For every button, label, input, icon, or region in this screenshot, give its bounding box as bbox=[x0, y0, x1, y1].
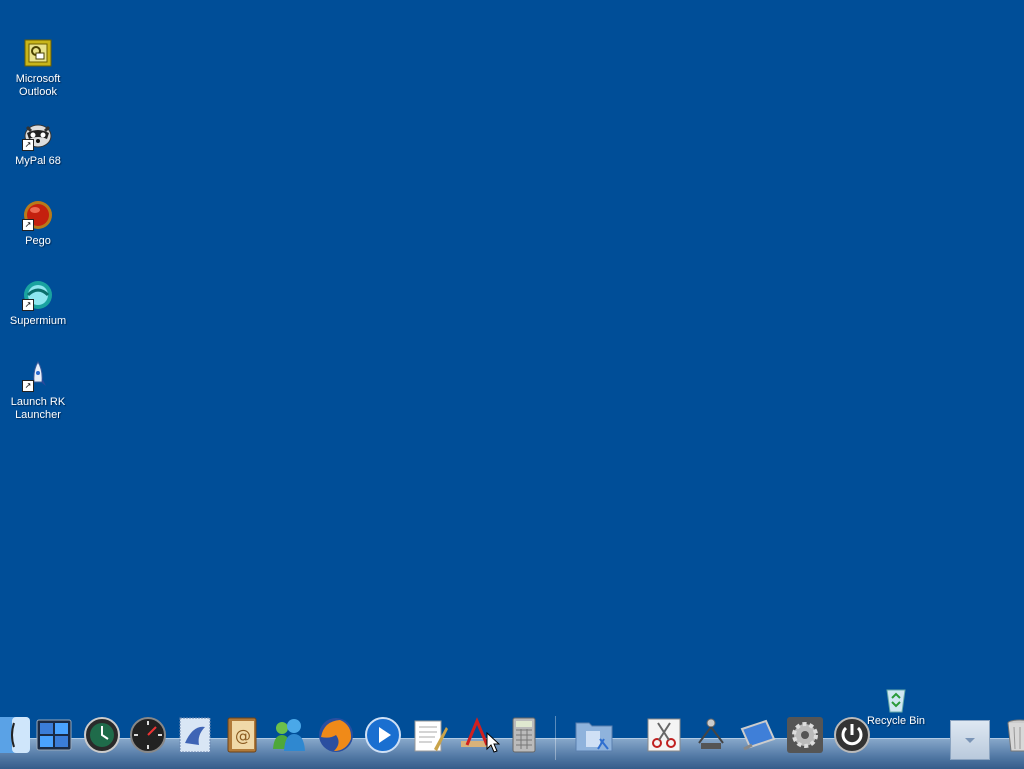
desktop-icon-label: Microsoft Outlook bbox=[15, 73, 61, 98]
finder-icon bbox=[0, 717, 30, 753]
time-machine-icon bbox=[84, 717, 120, 753]
calculator-icon bbox=[512, 717, 536, 753]
dock-item-messenger[interactable] bbox=[266, 713, 310, 757]
shortcut-arrow-icon: ↗ bbox=[22, 380, 34, 392]
applications-folder-icon bbox=[575, 722, 613, 752]
outlook-icon bbox=[22, 37, 54, 69]
textedit-icon bbox=[414, 720, 448, 752]
clock-dial-icon bbox=[130, 717, 166, 753]
desktop-icon-pego[interactable]: ↗ Pego bbox=[0, 199, 76, 248]
dock-item-dashboard[interactable] bbox=[32, 713, 76, 757]
messenger-buddies-icon bbox=[273, 719, 305, 751]
dock-item-system-preferences[interactable] bbox=[783, 713, 827, 757]
desktop-icon-label: MyPal 68 bbox=[15, 155, 61, 167]
dock-item-textedit[interactable] bbox=[408, 713, 452, 757]
dock-item-calculator[interactable] bbox=[502, 713, 546, 757]
mypal-raccoon-icon: ↗ bbox=[22, 119, 54, 151]
firefox-icon bbox=[319, 718, 353, 752]
dock-item-display[interactable] bbox=[736, 713, 780, 757]
system-preferences-gear-icon bbox=[787, 717, 823, 753]
shortcut-arrow-icon: ↗ bbox=[22, 219, 34, 231]
dashboard-icon bbox=[36, 719, 72, 751]
recycle-bin-icon bbox=[881, 684, 911, 714]
mouse-cursor-icon bbox=[486, 732, 500, 753]
dock-item-finder[interactable] bbox=[0, 713, 34, 757]
dock-item-scissors[interactable] bbox=[642, 713, 686, 757]
address-book-icon: @ bbox=[227, 717, 257, 753]
dock-item-applications-folder[interactable] bbox=[572, 713, 616, 757]
desktop-icon-label: Launch RK Launcher bbox=[10, 396, 66, 421]
desktop-icon-label: Supermium bbox=[9, 315, 67, 327]
svg-text:@: @ bbox=[235, 726, 251, 745]
display-icon bbox=[740, 719, 776, 751]
desktop-icon-label: Pego bbox=[25, 235, 51, 247]
dock-scroll-button[interactable] bbox=[950, 720, 990, 760]
dock-item-mail[interactable] bbox=[173, 713, 217, 757]
recycle-bin[interactable]: Recycle Bin bbox=[864, 684, 928, 727]
dock-item-clock-dial[interactable] bbox=[126, 713, 170, 757]
dock-item-trash[interactable] bbox=[998, 713, 1024, 757]
scissors-icon bbox=[647, 718, 681, 752]
trash-icon bbox=[1007, 719, 1024, 752]
mail-stamp-icon bbox=[179, 717, 211, 753]
pego-red-orb-icon: ↗ bbox=[22, 199, 54, 231]
dock-item-media-player[interactable] bbox=[361, 713, 405, 757]
desktop-icon-microsoft-outlook[interactable]: Microsoft Outlook bbox=[0, 37, 76, 99]
media-player-icon bbox=[365, 717, 401, 753]
dock-item-time-machine[interactable] bbox=[80, 713, 124, 757]
dock-item-firefox[interactable] bbox=[314, 713, 358, 757]
network-icon bbox=[698, 718, 724, 749]
desktop-icon-mypal-68[interactable]: ↗ MyPal 68 bbox=[0, 119, 76, 168]
dock-separator bbox=[555, 716, 556, 760]
supermium-globe-icon: ↗ bbox=[22, 279, 54, 311]
dock-item-address-book[interactable]: @ bbox=[220, 713, 264, 757]
chevron-down-icon bbox=[965, 738, 975, 743]
desktop-icon-launch-rk-launcher[interactable]: ↗ Launch RK Launcher bbox=[0, 360, 76, 422]
desktop-icon-supermium[interactable]: ↗ Supermium bbox=[0, 279, 76, 328]
shortcut-arrow-icon: ↗ bbox=[22, 299, 34, 311]
dock-item-network[interactable] bbox=[689, 713, 733, 757]
recycle-bin-label: Recycle Bin bbox=[866, 715, 926, 727]
shortcut-arrow-icon: ↗ bbox=[22, 139, 34, 151]
rocket-icon: ↗ bbox=[22, 360, 54, 392]
